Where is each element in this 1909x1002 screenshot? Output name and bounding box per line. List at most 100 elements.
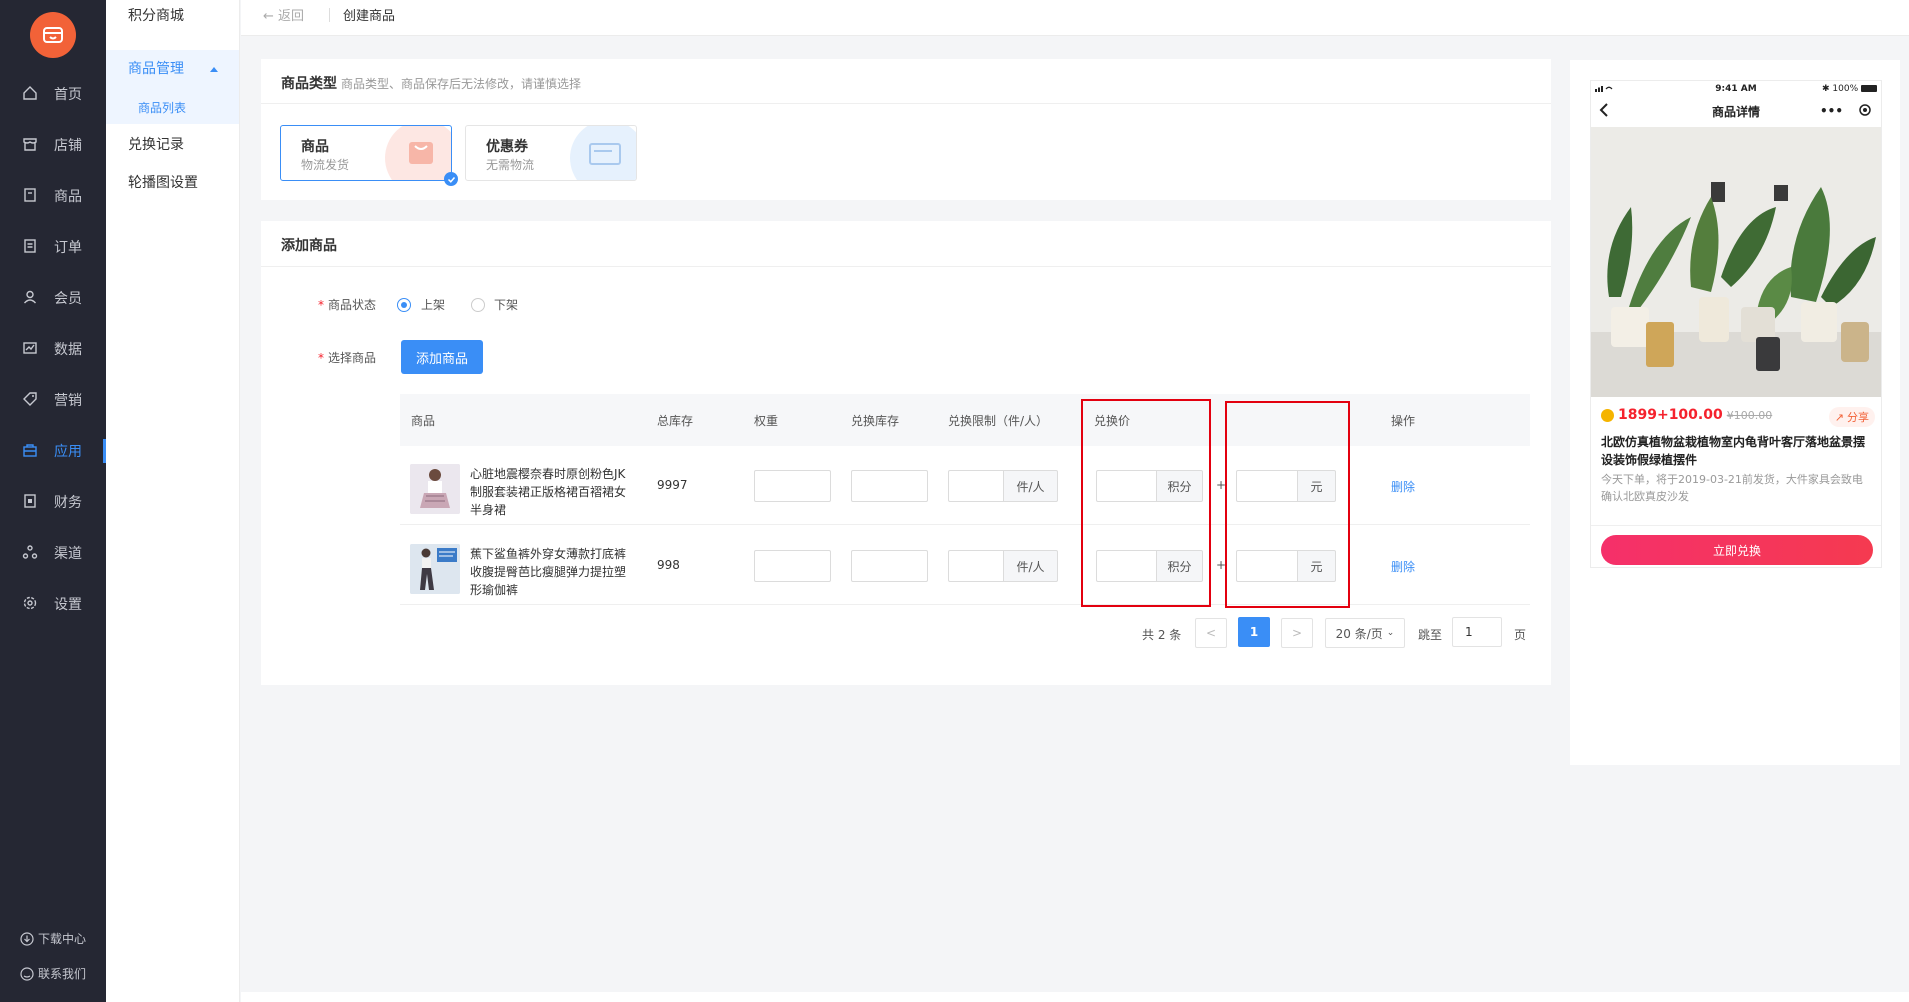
row-divider xyxy=(400,524,1530,525)
weight-input[interactable] xyxy=(754,470,831,502)
delete-link[interactable]: 删除 xyxy=(1391,478,1415,495)
nav-label: 首页 xyxy=(54,87,82,103)
arrow-left-icon: ← xyxy=(263,9,279,24)
status-label-text: 商品状态 xyxy=(328,298,377,312)
nav-label: 商品 xyxy=(54,189,82,205)
gear-icon xyxy=(22,595,40,613)
coupon-icon xyxy=(570,126,636,180)
nav-label: 订单 xyxy=(54,240,82,256)
nav-channel[interactable]: 渠道 xyxy=(0,533,106,573)
type-option-title: 商品 xyxy=(301,139,329,155)
table-header: 商品 总库存 权重 兑换库存 兑换限制（件/人） 兑换价 操作 xyxy=(400,394,1530,446)
nav-app[interactable]: 应用 xyxy=(0,431,106,471)
select-goods-label: * 选择商品 xyxy=(318,351,377,365)
product-thumbnail xyxy=(410,464,460,514)
type-option-sub: 物流发货 xyxy=(301,158,350,172)
exchange-stock-input[interactable] xyxy=(851,550,928,582)
main-sidebar: 首页 店铺 商品 订单 会员 数据 营销 应用 财务 渠道 设置 下载中心 联系… xyxy=(0,0,106,1002)
goods-type-card: 商品类型 商品类型、商品保存后无法修改，请谨慎选择 商品 物流发货 优惠券 无需物… xyxy=(261,59,1551,200)
highlight-box-points xyxy=(1081,399,1211,607)
subnav-goods-list[interactable]: 商品列表 xyxy=(138,99,186,116)
more-icon: ••• xyxy=(1819,104,1843,118)
separator xyxy=(329,8,330,22)
type-option-coupon[interactable]: 优惠券 无需物流 xyxy=(465,125,637,181)
check-icon xyxy=(444,172,458,186)
product-stock: 998 xyxy=(657,558,680,572)
limit-input[interactable] xyxy=(948,470,1004,502)
status-battery: ✱ 100% xyxy=(1822,84,1877,94)
subnav-exchange-records[interactable]: 兑换记录 xyxy=(128,134,184,154)
pagination-prev[interactable]: < xyxy=(1195,618,1227,648)
status-on-label[interactable]: 上架 xyxy=(421,296,445,313)
nav-label: 营销 xyxy=(54,393,82,409)
nav-marketing[interactable]: 营销 xyxy=(0,380,106,420)
contact-us-link[interactable]: 联系我们 xyxy=(20,965,86,982)
share-label: 分享 xyxy=(1847,411,1869,424)
share-button[interactable]: ↗ 分享 xyxy=(1828,407,1875,427)
store-icon xyxy=(22,136,40,154)
nav-label: 数据 xyxy=(54,342,82,358)
highlight-box-cash xyxy=(1225,401,1350,608)
channel-icon xyxy=(22,544,40,562)
headset-icon xyxy=(20,966,34,981)
page-size-select[interactable]: 20 条/页 ⌄ xyxy=(1325,618,1405,648)
status-off-radio[interactable] xyxy=(471,298,485,312)
subnav-carousel-settings[interactable]: 轮播图设置 xyxy=(128,172,198,192)
product-name: 蕉下鲨鱼裤外穿女薄款打底裤收腹提臀芭比瘦腿弹力提拉塑形瑜伽裤 xyxy=(470,547,627,597)
back-label: 返回 xyxy=(278,9,305,24)
type-option-goods[interactable]: 商品 物流发货 xyxy=(280,125,452,181)
header-weight: 权重 xyxy=(754,414,779,428)
product-name: 心脏地震樱奈春时原创粉色JK制服套装裙正版格裙百褶裙女半身裙 xyxy=(470,467,627,517)
download-center-link[interactable]: 下载中心 xyxy=(20,930,86,947)
header-product: 商品 xyxy=(411,414,436,428)
member-icon xyxy=(22,289,40,307)
row-divider xyxy=(400,604,1530,605)
subnav-goods-manage[interactable]: 商品管理 xyxy=(128,58,219,78)
header-stock: 总库存 xyxy=(657,414,694,428)
nav-label: 渠道 xyxy=(54,546,82,562)
goods-icon xyxy=(22,187,40,205)
pagination-next[interactable]: > xyxy=(1281,618,1313,648)
nav-data[interactable]: 数据 xyxy=(0,329,106,369)
back-button[interactable]: ← 返回 xyxy=(263,5,304,24)
app-icon xyxy=(22,442,40,460)
bag-icon xyxy=(385,126,451,180)
jump-input[interactable]: 1 xyxy=(1452,617,1502,647)
nav-home[interactable]: 首页 xyxy=(0,74,106,114)
footer-strip xyxy=(241,992,1909,1002)
subnav-group-label: 商品管理 xyxy=(128,61,184,77)
jump-label: 跳至 xyxy=(1418,628,1443,642)
top-bar: ← 返回 创建商品 xyxy=(241,0,1909,36)
header-exchange-stock: 兑换库存 xyxy=(851,414,900,428)
nav-label: 财务 xyxy=(54,495,82,511)
nav-finance[interactable]: 财务 xyxy=(0,482,106,522)
pagination-total: 共 2 条 xyxy=(1142,628,1182,642)
preview-old-price: ¥100.00 xyxy=(1726,408,1773,422)
status-off-label[interactable]: 下架 xyxy=(494,296,518,313)
status-on-radio[interactable] xyxy=(397,298,411,312)
nav-order[interactable]: 订单 xyxy=(0,227,106,267)
redeem-button[interactable]: 立即兑换 xyxy=(1601,535,1873,565)
logo-icon[interactable] xyxy=(30,12,76,58)
nav-goods[interactable]: 商品 xyxy=(0,176,106,216)
page-size-value: 20 条/页 xyxy=(1335,626,1383,641)
product-stock: 9997 xyxy=(657,478,688,492)
goods-type-title-text: 商品类型 xyxy=(281,76,337,92)
nav-store[interactable]: 店铺 xyxy=(0,125,106,165)
delete-link[interactable]: 删除 xyxy=(1391,558,1415,575)
limit-input[interactable] xyxy=(948,550,1004,582)
pagination-page-1[interactable]: 1 xyxy=(1238,617,1270,647)
coin-icon xyxy=(1601,408,1614,422)
exchange-stock-input[interactable] xyxy=(851,470,928,502)
product-thumbnail xyxy=(410,544,460,594)
add-goods-button[interactable]: 添加商品 xyxy=(401,340,483,374)
nav-label: 会员 xyxy=(54,291,82,307)
header-action: 操作 xyxy=(1391,414,1416,428)
nav-settings[interactable]: 设置 xyxy=(0,584,106,624)
download-icon xyxy=(20,931,34,946)
nav-member[interactable]: 会员 xyxy=(0,278,106,318)
weight-input[interactable] xyxy=(754,550,831,582)
caret-up-icon xyxy=(210,66,219,72)
home-icon xyxy=(22,85,40,103)
share-icon: ↗ xyxy=(1834,410,1844,424)
